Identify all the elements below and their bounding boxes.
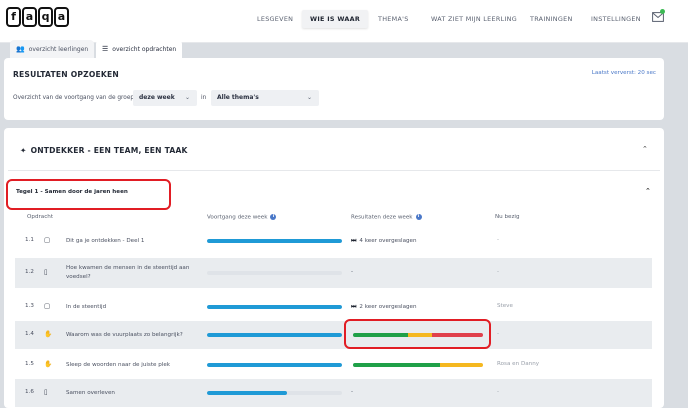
collapse-tile-icon[interactable]: ⌃ [645,187,651,195]
tab-overzicht-opdrachten[interactable]: ☰ overzicht opdrachten [96,40,183,58]
row-number: 1.3 [25,303,34,309]
progress-bar [207,271,342,275]
row-title[interactable]: Dit ga je ontdekken - Deel 1 [66,237,201,246]
result-text: ⏭ 2 keer overgeslagen [351,303,417,310]
result-text: ⏭ 4 keer overgeslagen [351,237,417,244]
results-highlight [344,319,491,349]
result-bar[interactable] [353,363,483,367]
nav-instellingen[interactable]: INSTELLINGEN [591,10,641,28]
result-segment-correct [353,363,441,367]
notification-badge [660,9,665,14]
period-select[interactable]: deze week ⌄ [133,90,197,106]
progress-bar [207,333,342,337]
compass-icon: ✦ [20,146,27,155]
row-number: 1.1 [25,237,34,243]
nav-wat-ziet-mijn-leerling[interactable]: WAT ZIET MIJN LEERLING [431,10,517,28]
document-icon: ▯ [44,388,48,396]
in-label: in [201,95,207,101]
row-number: 1.5 [25,361,34,367]
busy-students: Steve [497,303,513,309]
col-header-progress: Voortgang deze week i [207,214,277,221]
hand-icon: ✋ [44,360,53,368]
document-icon: ▯ [44,268,48,276]
progress-bar [207,363,342,367]
row-number: 1.4 [25,331,34,337]
progress-fill [207,391,287,395]
list-icon: ☰ [102,45,109,53]
users-icon: 👥 [16,45,25,53]
theme-select[interactable]: Alle thema's ⌄ [211,90,319,106]
search-title: RESULTATEN OPZOEKEN [13,70,119,79]
col-header-results: Resultaten deze week i [351,214,422,221]
row-title[interactable]: Samen overleven [66,389,201,398]
nav-themas[interactable]: THEMA'S [378,10,409,28]
progress-fill [207,363,342,367]
search-results-card: RESULTATEN OPZOEKEN Laatst ververst: 20 … [4,58,664,120]
info-icon[interactable]: i [415,214,422,220]
tile-title-highlight [6,179,171,210]
col-header-assignment: Opdracht [27,214,54,220]
top-navigation-bar: f a q a LESGEVEN WIE IS WAAR THEMA'S WAT… [0,0,688,43]
progress-bar [207,305,342,309]
row-title[interactable]: Waarom was de vuurplaats zo belangrijk? [66,331,201,340]
col-header-busy: Nu bezig [495,214,520,220]
main-nav: LESGEVEN WIE IS WAAR THEMA'S WAT ZIET MI… [0,10,688,28]
nav-lesgeven[interactable]: LESGEVEN [257,10,293,28]
theme-results-card: ✦ ONTDEKKER - EEN TEAM, EEN TAAK ⌃ Tegel … [4,128,664,408]
divider [8,170,660,171]
progress-fill [207,305,342,309]
nav-trainingen[interactable]: TRAININGEN [530,10,573,28]
presentation-icon: ▢ [44,236,51,244]
skip-icon: ⏭ [351,303,357,310]
row-title[interactable]: Sleep de woorden naar de juiste plek [66,361,201,370]
progress-fill [207,239,342,243]
row-title[interactable]: In de steentijd [66,303,201,312]
progress-bar [207,391,342,395]
theme-title[interactable]: ✦ ONTDEKKER - EEN TEAM, EEN TAAK [20,146,188,155]
nav-wie-is-waar[interactable]: WIE IS WAAR [302,10,369,28]
table-row[interactable]: 1.5 ✋ Sleep de woorden naar de juiste plek… [15,351,652,379]
skip-icon: ⏭ [351,237,357,244]
chevron-down-icon: ⌄ [306,94,312,101]
progress-fill [207,333,342,337]
busy-students: - [497,389,500,395]
chevron-down-icon: ⌄ [184,94,190,101]
presentation-icon: ▢ [44,302,51,310]
table-row[interactable]: 1.1 ▢ Dit ga je ontdekken - Deel 1 ⏭ 4 keer … [15,227,652,255]
table-row[interactable]: 1.3 ▢ In de steentijd ⏭ 2 keer overgeslagen S… [15,293,652,321]
row-number: 1.6 [25,389,34,395]
table-row[interactable]: 1.4 ✋ Waarom was de vuurplaats zo belangri… [15,321,652,349]
row-number: 1.2 [25,269,34,275]
busy-students: - [497,237,500,243]
filter-label: Overzicht van de voortgang van de groep [13,95,135,101]
info-icon[interactable]: i [270,214,277,220]
busy-students: - [497,331,500,337]
progress-bar [207,239,342,243]
tab-overzicht-leerlingen[interactable]: 👥 overzicht leerlingen [10,40,95,58]
last-refreshed: Laatst ververst: 20 sec [591,70,656,76]
result-text: - [351,389,354,395]
result-text: - [351,269,354,275]
table-row[interactable]: 1.2 ▯ Hoe kwamen de mensen in de steentijd… [15,258,652,288]
collapse-theme-icon[interactable]: ⌃ [642,145,648,153]
busy-students: - [497,269,500,275]
row-title[interactable]: Hoe kwamen de mensen in de steentijd aan… [66,264,201,282]
busy-students: Rosa en Danny [497,361,540,367]
hand-icon: ✋ [44,330,53,338]
result-segment-partial [440,363,483,367]
